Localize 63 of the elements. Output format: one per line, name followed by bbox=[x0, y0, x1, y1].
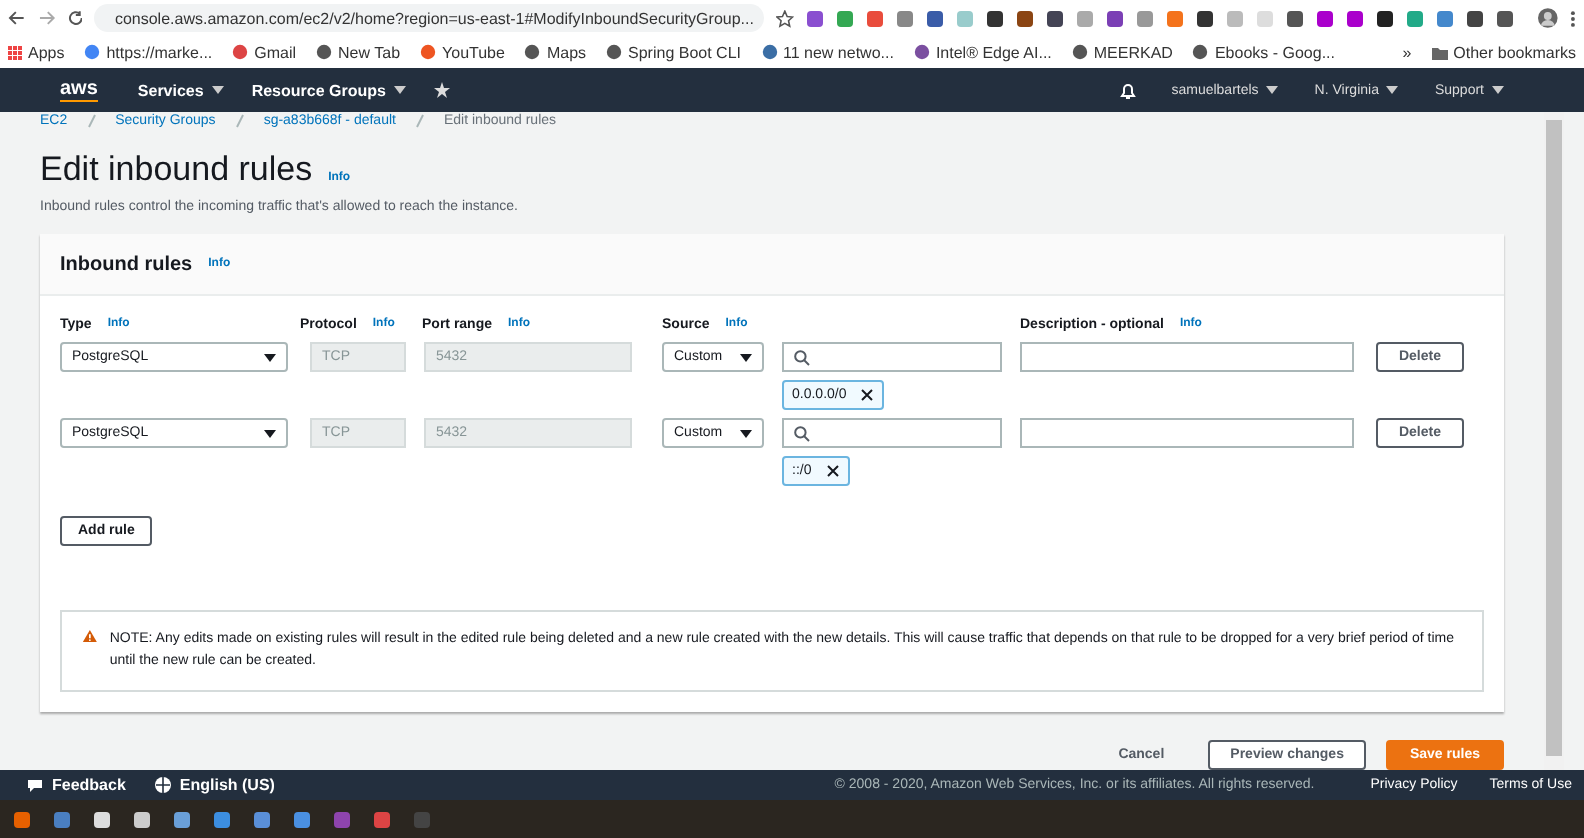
bookmark[interactable]: Other bookmarks bbox=[1431, 43, 1576, 61]
bookmark[interactable]: Spring Boot CLI bbox=[606, 43, 741, 61]
bookmark-icon bbox=[232, 44, 249, 60]
panel-title: Inbound rules bbox=[60, 253, 193, 275]
bell-icon[interactable] bbox=[1119, 81, 1136, 99]
url-text: console.aws.amazon.com/ec2/v2/home?region=us-east-1#ModifyInboundSecurityGroup... bbox=[114, 9, 754, 27]
bookmark-icon bbox=[1071, 44, 1088, 60]
bookmark[interactable]: New Tab bbox=[316, 43, 401, 61]
bookmark[interactable]: Gmail bbox=[232, 43, 297, 61]
bookmark-icon bbox=[524, 44, 541, 60]
bookmark[interactable]: Maps bbox=[524, 43, 587, 61]
description-field[interactable] bbox=[1020, 418, 1354, 448]
bookmark[interactable]: Intel® Edge AI... bbox=[913, 43, 1052, 61]
close-icon[interactable] bbox=[860, 388, 875, 402]
breadcrumb-separator-icon bbox=[415, 114, 424, 128]
caret-icon bbox=[1266, 86, 1279, 94]
caret-icon bbox=[740, 353, 752, 361]
more-icon[interactable] bbox=[1570, 9, 1576, 27]
page-title: Edit inbound rules bbox=[40, 150, 313, 190]
nav-menu[interactable]: Services bbox=[137, 81, 224, 99]
caret-icon bbox=[740, 429, 752, 437]
search-icon bbox=[794, 349, 810, 365]
caret-icon bbox=[264, 429, 276, 437]
caret-icon bbox=[1492, 86, 1504, 94]
caret-icon bbox=[264, 353, 276, 361]
search-field[interactable] bbox=[782, 342, 1002, 372]
bookmark[interactable]: https://marke... bbox=[84, 43, 213, 61]
bookmark[interactable]: MEERKAD bbox=[1071, 43, 1173, 61]
bookmark-icon bbox=[1192, 44, 1209, 60]
bookmark-icon bbox=[84, 44, 101, 60]
address-bar[interactable]: console.aws.amazon.com/ec2/v2/home?region=us-east-1#ModifyInboundSecurityGroup... bbox=[94, 4, 765, 32]
globe-icon bbox=[153, 776, 172, 794]
feedback-link[interactable]: Feedback bbox=[26, 776, 126, 794]
star-icon[interactable] bbox=[776, 9, 795, 27]
bookmark-icon bbox=[913, 44, 930, 60]
speech-bubble-icon bbox=[26, 777, 44, 793]
bookmark[interactable]: Apps bbox=[8, 43, 65, 61]
bookmark-icon bbox=[420, 44, 437, 60]
search-field[interactable] bbox=[782, 418, 1002, 448]
language-selector[interactable]: English (US) bbox=[153, 776, 275, 794]
bookmark[interactable]: Ebooks - Goog... bbox=[1192, 43, 1335, 61]
nav-menu[interactable]: Resource Groups bbox=[251, 81, 406, 99]
reload-icon[interactable] bbox=[67, 10, 83, 26]
warning-icon bbox=[82, 628, 98, 644]
caret-icon bbox=[1386, 86, 1399, 94]
avatar-icon[interactable] bbox=[1538, 8, 1559, 28]
aws-logo[interactable]: aws bbox=[60, 79, 98, 101]
apps-grid-icon bbox=[8, 45, 22, 59]
bookmark[interactable]: 11 new netwo... bbox=[761, 43, 894, 61]
close-icon[interactable] bbox=[825, 464, 840, 478]
bookmark-icon bbox=[316, 44, 333, 60]
description-field[interactable] bbox=[1020, 342, 1354, 372]
breadcrumb-separator-icon bbox=[87, 114, 96, 128]
caret-icon bbox=[211, 86, 224, 94]
bookmark[interactable]: YouTube bbox=[420, 43, 505, 61]
bookmark-icon bbox=[761, 44, 777, 60]
folder-icon bbox=[1431, 45, 1448, 59]
caret-icon bbox=[393, 86, 406, 94]
bookmark-icon bbox=[606, 44, 623, 60]
bookmarks-overflow[interactable]: » bbox=[1402, 43, 1412, 61]
search-icon bbox=[794, 425, 810, 441]
back-icon[interactable] bbox=[8, 10, 26, 26]
breadcrumb-separator-icon bbox=[235, 114, 244, 128]
